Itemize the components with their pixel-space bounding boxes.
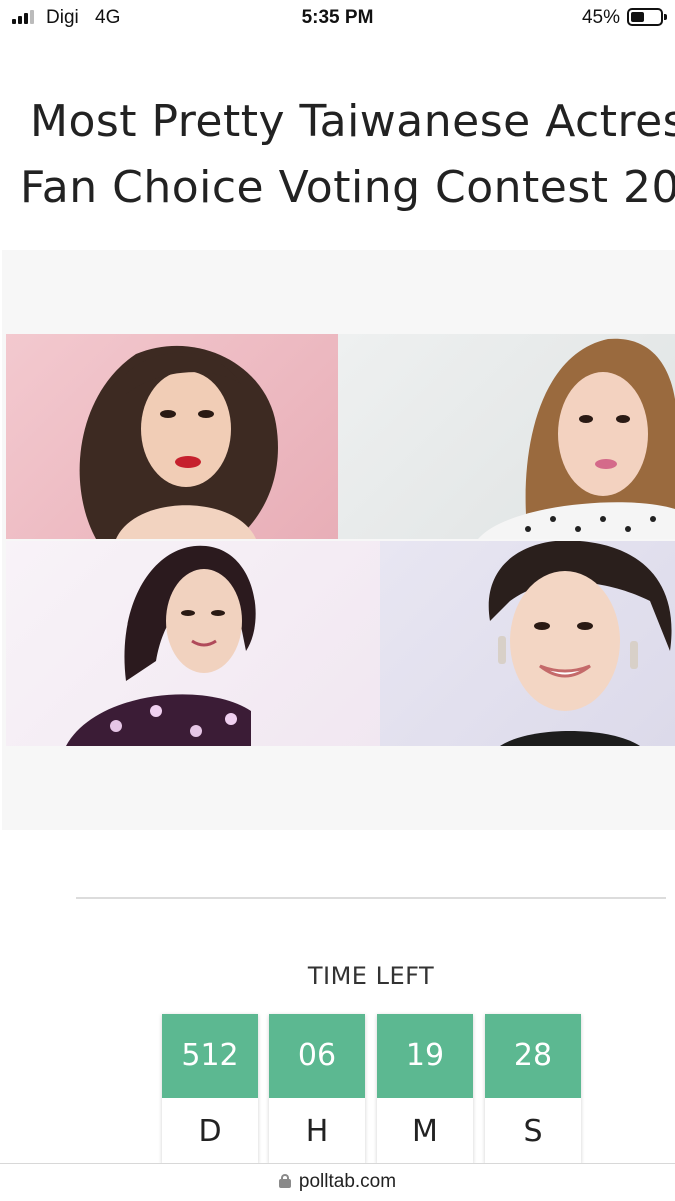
minutes-value: 19: [377, 1014, 473, 1098]
page-title: Most Pretty Taiwanese Actress Fan Choice…: [0, 96, 675, 226]
title-line-1: Most Pretty Taiwanese Actress: [30, 96, 675, 147]
url-domain[interactable]: polltab.com: [299, 1171, 396, 1192]
browser-url-bar[interactable]: polltab.com: [0, 1163, 675, 1201]
countdown-days: 512 D: [162, 1014, 258, 1164]
time-left-heading: TIME LEFT: [307, 962, 435, 990]
hours-value: 06: [269, 1014, 365, 1098]
lock-icon: [278, 1174, 291, 1188]
status-bar: Digi 4G 5:35 PM 45%: [0, 0, 675, 36]
photo-collage: [6, 334, 675, 746]
seconds-unit: S: [523, 1114, 543, 1149]
battery-percent: 45%: [581, 7, 620, 28]
days-unit: D: [198, 1114, 222, 1149]
days-value: 512: [162, 1014, 258, 1098]
portrait-photo-2: [338, 334, 675, 539]
portrait-photo-3: [6, 541, 380, 746]
countdown-hours: 06 H: [269, 1014, 365, 1164]
section-divider: [76, 897, 666, 899]
battery-icon: [627, 8, 667, 26]
portrait-photo-1: [6, 334, 338, 539]
title-line-2: Fan Choice Voting Contest 2020: [20, 162, 675, 213]
minutes-unit: M: [412, 1114, 438, 1149]
status-time: 5:35 PM: [301, 7, 374, 28]
countdown-minutes: 19 M: [377, 1014, 473, 1164]
countdown-seconds: 28 S: [485, 1014, 581, 1164]
portrait-photo-4: [380, 541, 675, 746]
seconds-value: 28: [485, 1014, 581, 1098]
hours-unit: H: [305, 1114, 329, 1149]
